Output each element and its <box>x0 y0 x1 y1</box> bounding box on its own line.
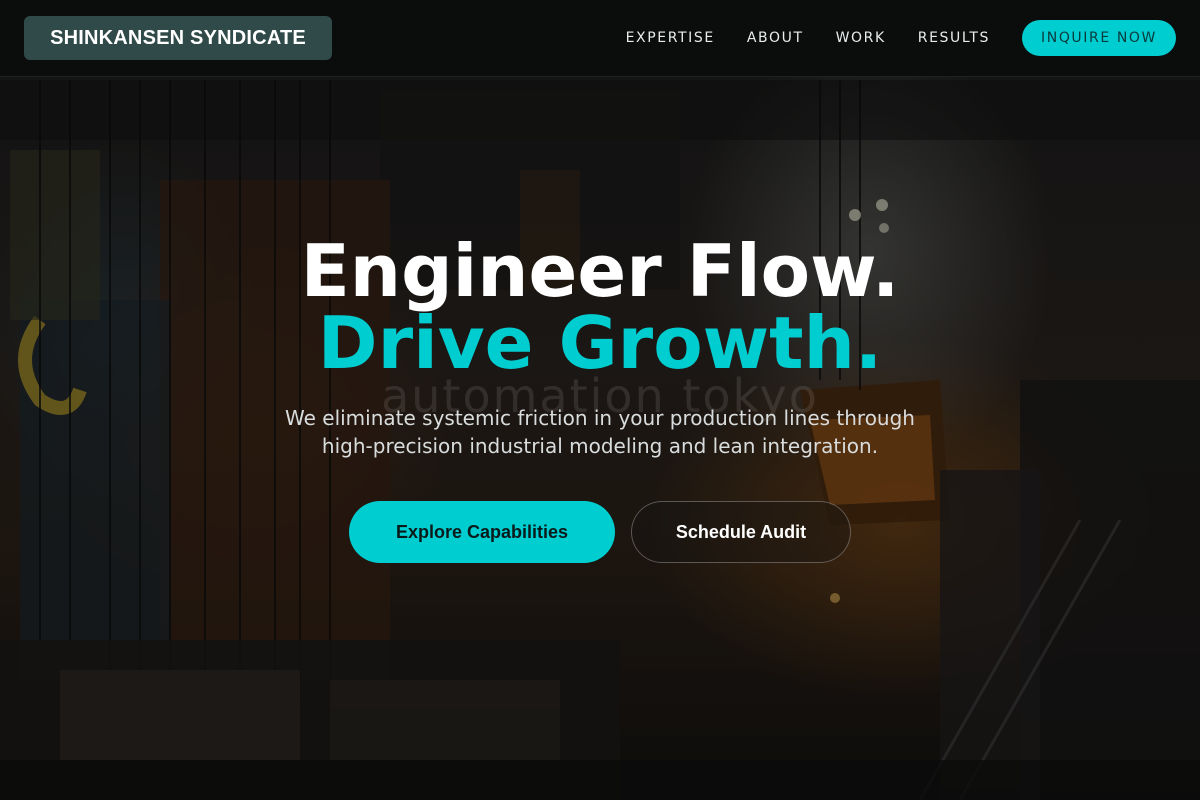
nav-link-results[interactable]: RESULTS <box>918 30 990 46</box>
nav-link-about[interactable]: ABOUT <box>747 30 804 46</box>
site-header: SHINKANSEN SYNDICATE EXPERTISE ABOUT WOR… <box>0 0 1200 77</box>
brand-logo[interactable]: SHINKANSEN SYNDICATE <box>24 16 332 60</box>
explore-capabilities-button[interactable]: Explore Capabilities <box>349 501 615 563</box>
hero-section: automation tokyo Engineer Flow. Drive Gr… <box>0 77 1200 800</box>
hero-headline-line-1: Engineer Flow. <box>300 229 900 313</box>
hero-subtitle: We eliminate systemic friction in your p… <box>285 406 915 458</box>
schedule-audit-button[interactable]: Schedule Audit <box>631 501 851 563</box>
main-nav: EXPERTISE ABOUT WORK RESULTS INQUIRE NOW <box>626 20 1176 56</box>
nav-link-work[interactable]: WORK <box>836 30 886 46</box>
hero-headline-line-2: Drive Growth. <box>317 301 883 385</box>
nav-link-expertise[interactable]: EXPERTISE <box>626 30 715 46</box>
inquire-now-button[interactable]: INQUIRE NOW <box>1022 20 1176 56</box>
